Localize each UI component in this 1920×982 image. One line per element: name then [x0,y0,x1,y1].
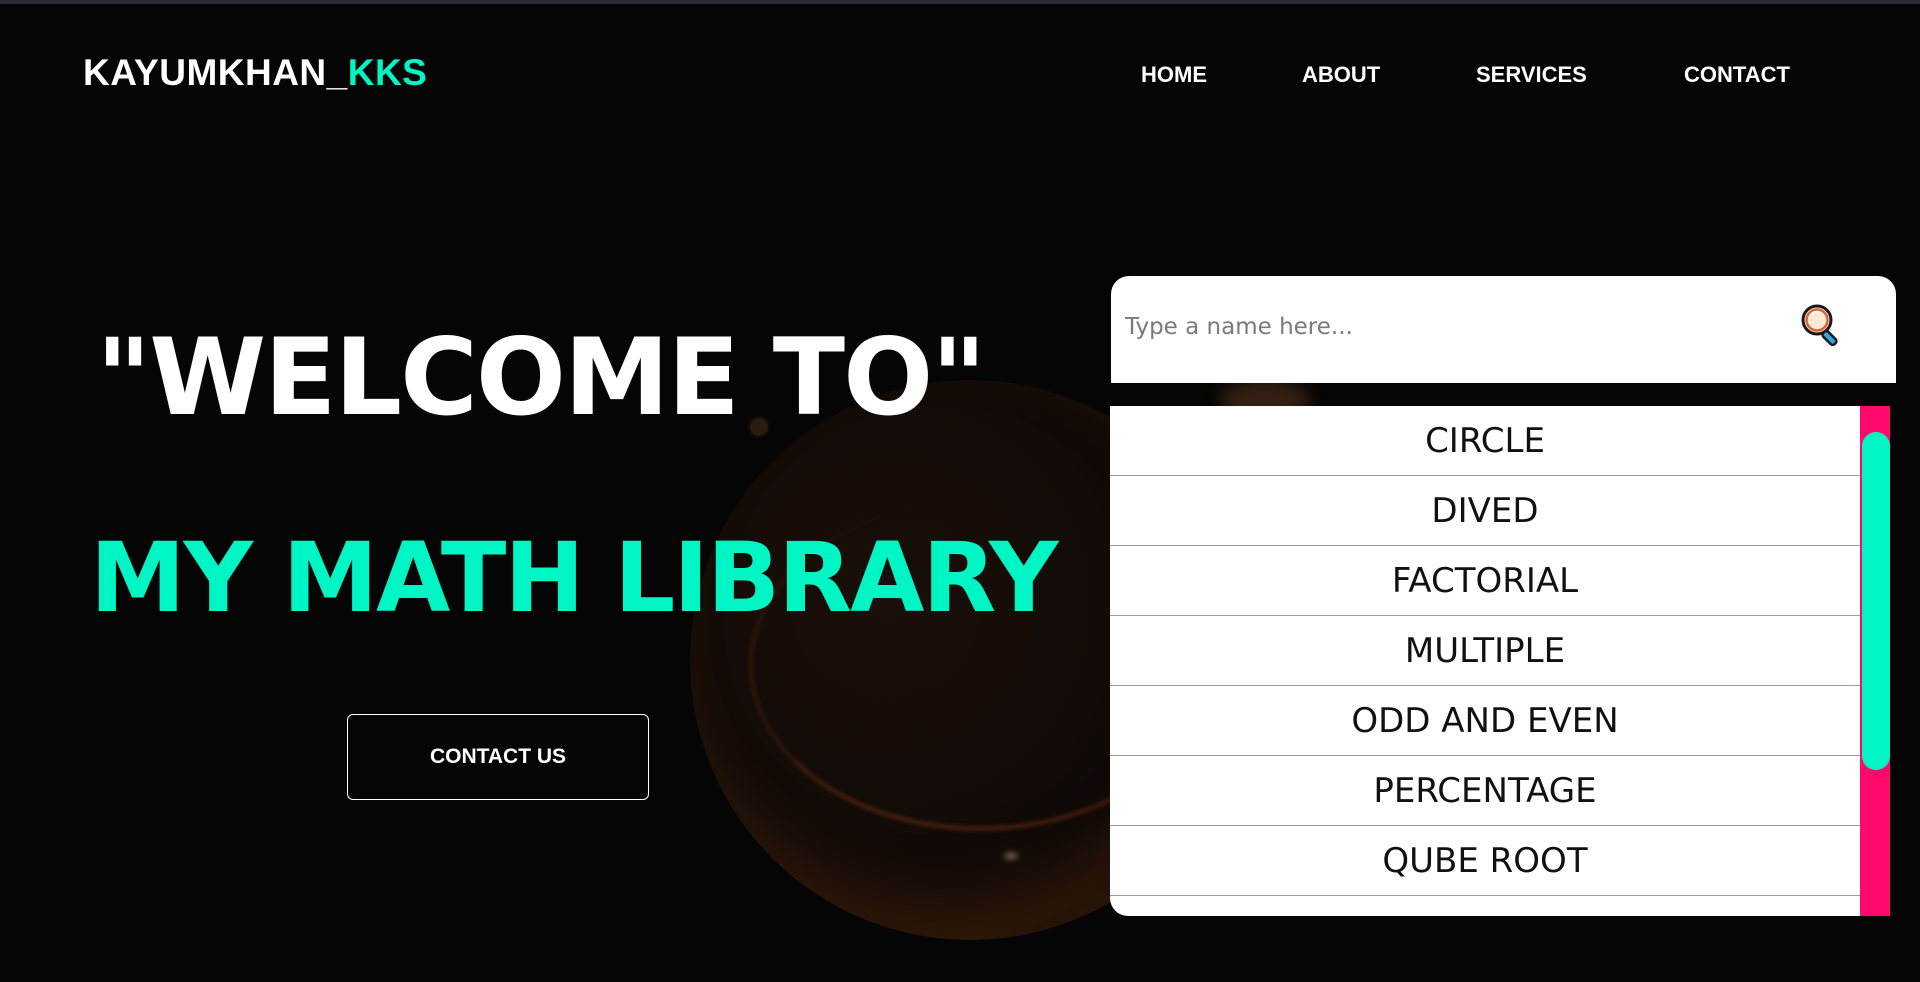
list-item[interactable]: CIRCLE [1110,406,1860,476]
magnifier-icon[interactable] [1797,300,1847,350]
list-item[interactable]: ODD AND EVEN [1110,686,1860,756]
background-sparkle [1004,852,1018,860]
results-list[interactable]: CIRCLE DIVED FACTORIAL MULTIPLE ODD AND … [1110,406,1890,916]
search-input[interactable] [1125,302,1765,352]
brand-accent: KKS [347,52,428,93]
nav-home[interactable]: HOME [1141,62,1207,88]
hero-welcome-heading: "WELCOME TO" [96,316,986,439]
contact-us-button[interactable]: CONTACT US [347,714,649,800]
brand-main: KAYUMKHAN_ [83,52,348,93]
list-item[interactable]: QUBE ROOT [1110,826,1860,896]
list-item[interactable]: FACTORIAL [1110,546,1860,616]
nav-contact[interactable]: CONTACT [1684,62,1790,88]
hero-library-heading: MY MATH LIBRARY [90,522,1059,634]
nav-about[interactable]: ABOUT [1302,62,1380,88]
nav-services[interactable]: SERVICES [1476,62,1587,88]
list-item[interactable]: DIVED [1110,476,1860,546]
list-item[interactable]: ROOT [1110,896,1860,917]
list-item[interactable]: PERCENTAGE [1110,756,1860,826]
brand-logo[interactable]: KAYUMKHAN_KKS [83,52,427,94]
scrollbar-thumb[interactable] [1862,432,1890,770]
top-strip [0,0,1920,4]
search-box [1111,276,1896,383]
list-item[interactable]: MULTIPLE [1110,616,1860,686]
